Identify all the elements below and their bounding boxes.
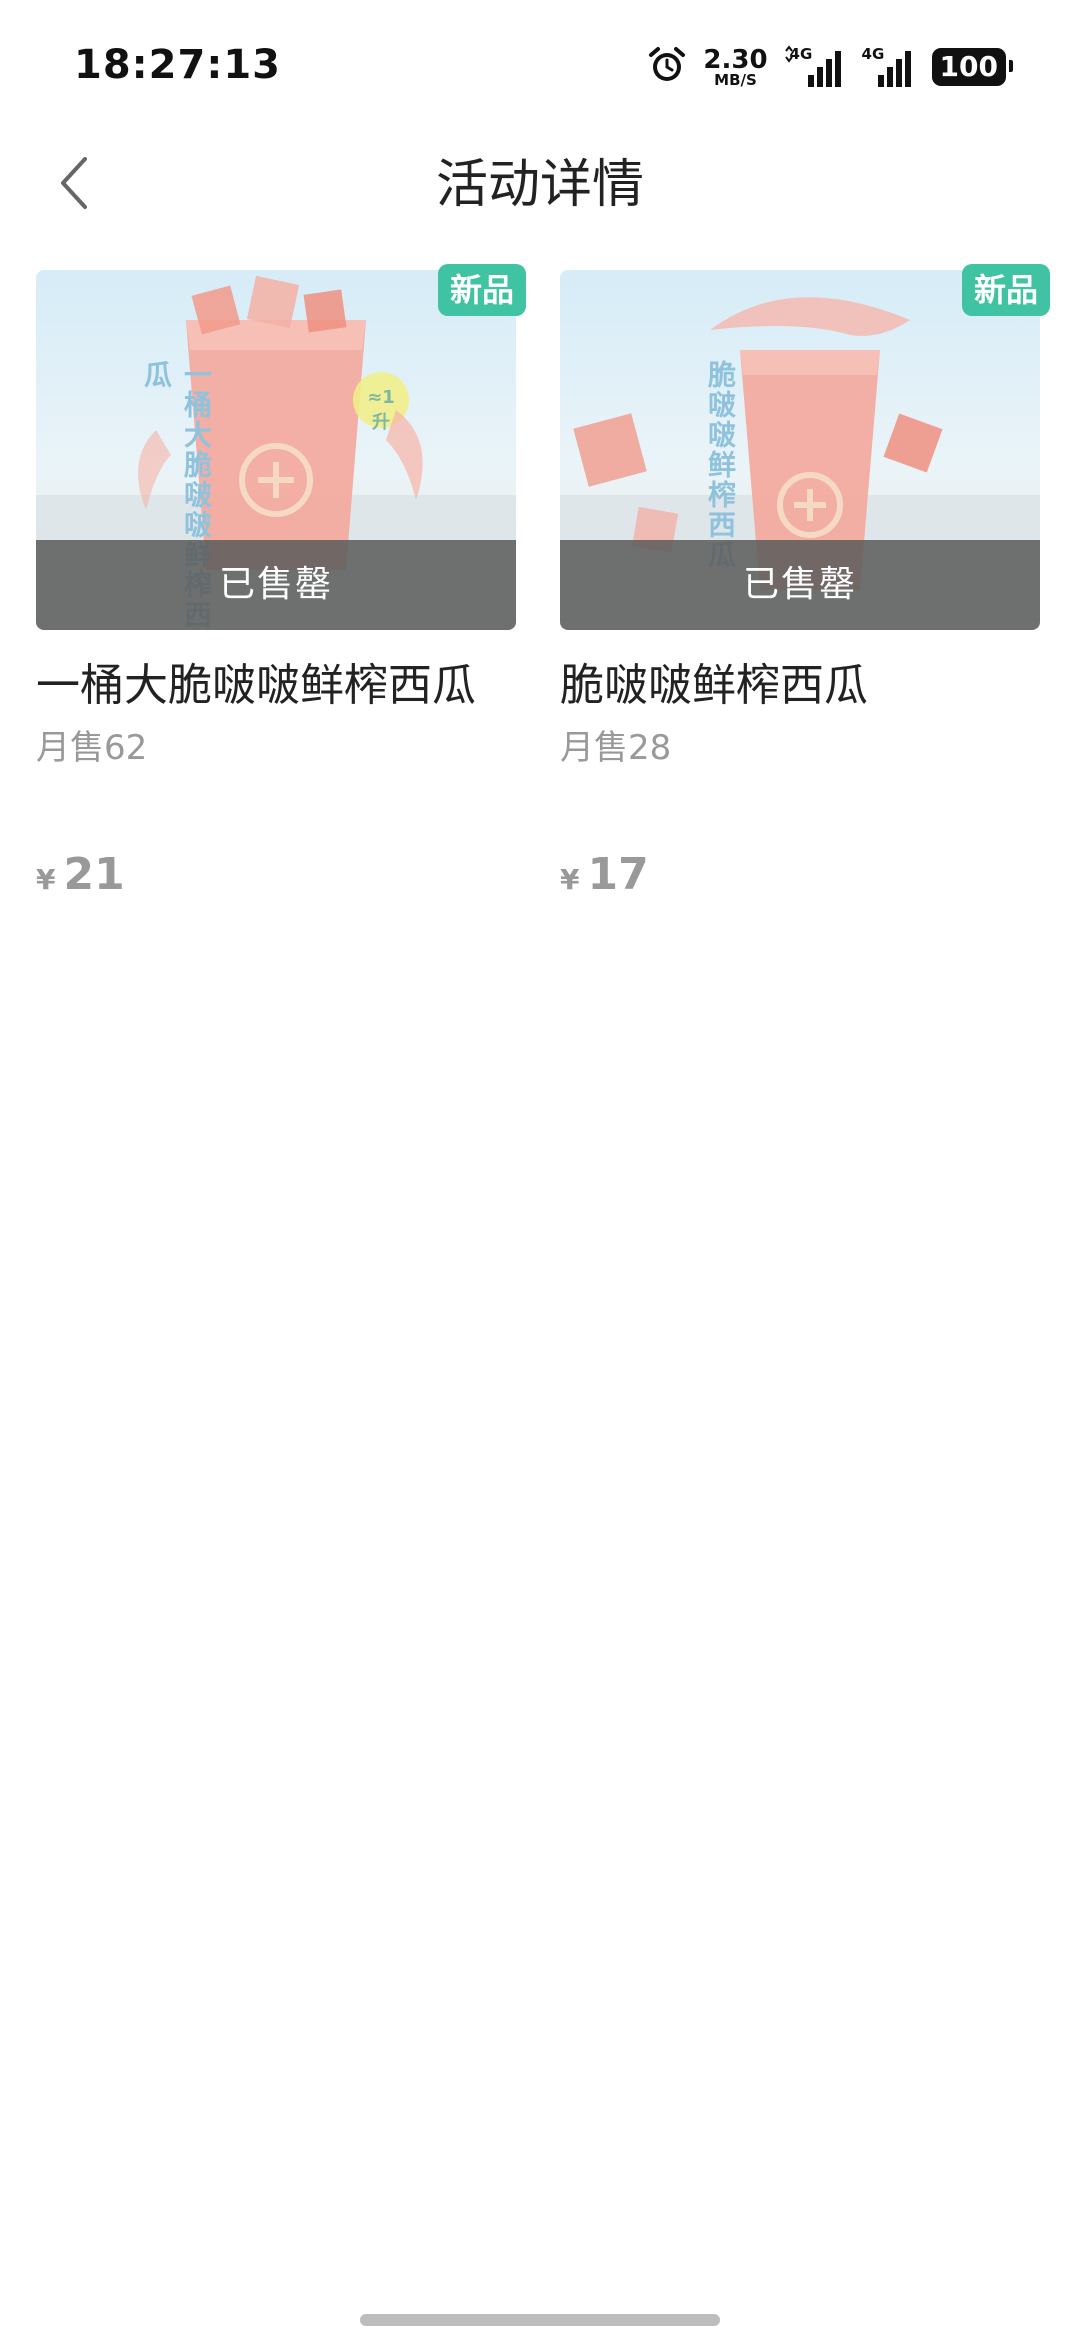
product-image: 脆啵啵鲜榨西瓜 已售罄 <box>560 270 1040 630</box>
product-name: 一桶大脆啵啵鲜榨西瓜 <box>36 660 476 711</box>
new-badge: 新品 <box>437 264 526 316</box>
image-vertical-text: 脆啵啵鲜榨西瓜 <box>704 360 737 570</box>
volume-sticker: ≈1升 <box>367 387 395 433</box>
battery-icon: 100 <box>931 48 1014 86</box>
soldout-overlay: 已售罄 <box>560 540 1040 630</box>
product-card[interactable]: 新品 脆啵啵鲜榨西瓜 已售罄 脆啵啵鲜榨西瓜 月售28 ¥ 17 <box>560 264 1050 905</box>
network-speed-value: 2.30 <box>703 44 768 75</box>
signal-icon: 4G <box>784 45 846 89</box>
product-image: 一桶大脆啵啵鲜榨西瓜 ≈1升 已售罄 <box>36 270 516 630</box>
price-amount: 21 <box>63 849 125 900</box>
product-name: 脆啵啵鲜榨西瓜 <box>560 660 868 711</box>
product-price: ¥ 17 <box>560 850 1044 905</box>
new-badge: 新品 <box>961 264 1050 316</box>
status-time: 18:27:13 <box>74 42 281 88</box>
monthly-sales: 月售28 <box>560 728 672 768</box>
page-title: 活动详情 <box>435 155 644 215</box>
status-bar: 18:27:13 2.30 MB/S 4G 4G 100 <box>0 0 1080 120</box>
product-card[interactable]: 新品 一桶大脆啵啵鲜榨西瓜 ≈1升 已售罄 一桶大脆啵啵鲜榨西瓜 月售62 ¥ <box>36 264 526 905</box>
currency-symbol: ¥ <box>36 863 56 896</box>
product-price: ¥ 21 <box>36 850 520 905</box>
signal-icon: 4G <box>862 45 916 89</box>
monthly-sales: 月售62 <box>36 728 148 768</box>
network-speed: 2.30 MB/S <box>703 47 767 88</box>
alarm-icon <box>647 45 687 89</box>
currency-symbol: ¥ <box>560 863 580 896</box>
soldout-overlay: 已售罄 <box>36 540 516 630</box>
network-speed-unit: MB/S <box>714 70 757 89</box>
home-indicator[interactable] <box>360 2314 720 2326</box>
status-icons: 2.30 MB/S 4G 4G 100 <box>647 44 1014 90</box>
price-amount: 17 <box>587 849 649 900</box>
nav-bar: 活动详情 <box>0 130 1080 240</box>
product-grid: 新品 一桶大脆啵啵鲜榨西瓜 ≈1升 已售罄 一桶大脆啵啵鲜榨西瓜 月售62 ¥ <box>36 264 1050 905</box>
